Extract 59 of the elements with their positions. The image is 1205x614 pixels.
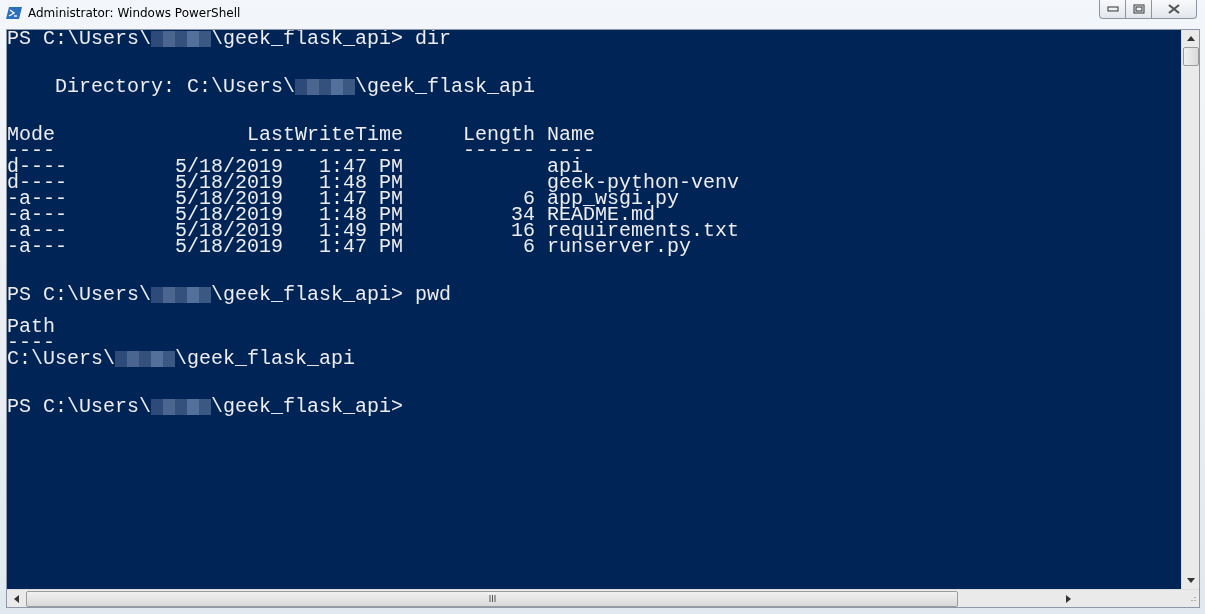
header-rule: ------------- [247, 143, 404, 159]
table-cell-text: 34 [510, 207, 536, 223]
console-text: \geek_flask_api> pwd [211, 287, 452, 303]
table-cell: d---- [7, 175, 67, 191]
console-text: PS C:\Users\ [7, 31, 152, 47]
table-cell-text: 16 [510, 223, 536, 239]
grip-icon [488, 595, 496, 602]
scroll-thumb[interactable] [1182, 47, 1199, 66]
table-cell-text: 5/18/2019 1:48 PM [174, 175, 404, 191]
scroll-down-icon[interactable] [1186, 578, 1195, 583]
close-icon [1167, 4, 1181, 14]
table-cell: -a--- [7, 207, 67, 223]
scroll-left-icon[interactable] [14, 594, 19, 603]
table-cell-text: 5/18/2019 1:49 PM [174, 223, 404, 239]
table-cell-text: 5/18/2019 1:47 PM [174, 239, 404, 255]
table-cell: d---- [7, 159, 67, 175]
header-rule: ------ [462, 143, 536, 159]
horizontal-scrollbar[interactable] [7, 589, 1199, 607]
console-text: \geek_flask_api> [211, 399, 404, 415]
table-cell: -a--- [7, 223, 67, 239]
table-cell: -a--- [7, 191, 67, 207]
table-cell-text: 5/18/2019 1:47 PM [174, 191, 404, 207]
table-cell-text: api [547, 159, 584, 175]
redaction-blur [151, 31, 212, 47]
redaction-blur [115, 351, 176, 367]
table-cell-text: 5/18/2019 1:48 PM [174, 207, 404, 223]
table-cell-text: 5/18/2019 1:47 PM [174, 159, 404, 175]
table-cell-text: runserver.py [547, 239, 692, 255]
console-text: Directory: C:\Users\ [54, 79, 296, 95]
maximize-button[interactable] [1125, 0, 1152, 19]
column-header: Length [462, 127, 536, 143]
table-cell-text: app_wsgi.py [547, 191, 680, 207]
table-cell-text: 6 [523, 191, 536, 207]
vertical-scrollbar[interactable] [1181, 30, 1199, 589]
scroll-thumb[interactable] [26, 590, 958, 607]
console-text: PS C:\Users\ [7, 399, 152, 415]
console-text: PS C:\Users\ [7, 287, 152, 303]
redaction-blur [295, 79, 356, 95]
table-cell: -a--- [7, 239, 67, 255]
console-text: \geek_flask_api [355, 79, 536, 95]
table-cell-text: 6 [523, 239, 536, 255]
console-text: C:\Users\ [7, 351, 116, 367]
console-text: \geek_flask_api [175, 351, 356, 367]
minimize-icon [1106, 5, 1119, 13]
column-header: Mode [7, 127, 56, 143]
console-text: Path [7, 319, 55, 335]
redaction-blur [151, 287, 212, 303]
console-text: \geek_flask_api> dir [211, 31, 452, 47]
window-title: Administrator: Windows PowerShell [28, 6, 241, 20]
minimize-button[interactable] [1099, 0, 1126, 19]
scroll-up-icon[interactable] [1186, 36, 1195, 41]
table-cell: geek-python-venv [547, 175, 740, 191]
column-header: Name [547, 127, 597, 143]
close-button[interactable] [1151, 0, 1197, 19]
powershell-icon [6, 5, 22, 21]
redaction-blur [151, 399, 212, 415]
scroll-right-icon[interactable] [1066, 594, 1071, 603]
maximize-icon [1132, 4, 1145, 14]
column-header: LastWriteTime [246, 127, 404, 143]
